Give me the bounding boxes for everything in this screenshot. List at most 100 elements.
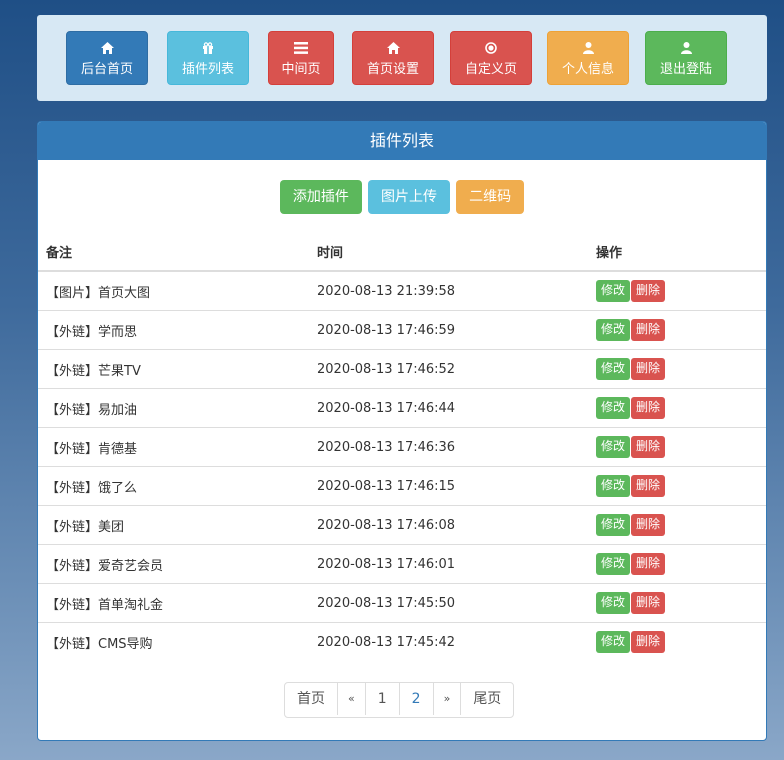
- table-row: 【外链】首单淘礼金 2020-08-13 17:45:50 修改 删除: [38, 583, 766, 623]
- table-row: 【图片】首页大图 2020-08-13 21:39:58 修改 删除: [38, 271, 766, 311]
- row-note: 【外链】肯德基: [38, 427, 309, 467]
- column-header-note: 备注: [38, 232, 309, 272]
- edit-button[interactable]: 修改: [596, 397, 631, 419]
- nav-label: 个人信息: [561, 62, 614, 77]
- row-actions: 修改 删除: [588, 505, 766, 545]
- row-note: 【外链】爱奇艺会员: [38, 544, 309, 584]
- action-toolbar: 添加插件 图片上传 二维码: [38, 180, 766, 214]
- edit-button[interactable]: 修改: [596, 436, 631, 458]
- pagination: 首页 « 1 2 » 尾页: [284, 682, 515, 718]
- nav-custom-page-button[interactable]: 自定义页: [450, 31, 532, 85]
- panel-title: 插件列表: [38, 122, 766, 160]
- nav-dashboard-button[interactable]: 后台首页: [66, 31, 148, 85]
- edit-button[interactable]: 修改: [596, 358, 631, 380]
- edit-button[interactable]: 修改: [596, 592, 631, 614]
- table-row: 【外链】芒果TV 2020-08-13 17:46:52 修改 删除: [38, 349, 766, 389]
- page-number-link[interactable]: 2: [398, 683, 433, 715]
- row-time: 2020-08-13 17:46:44: [309, 388, 588, 428]
- gift-icon: [203, 42, 213, 54]
- delete-button[interactable]: 删除: [631, 592, 666, 614]
- row-note: 【外链】学而思: [38, 310, 309, 350]
- column-header-time: 时间: [309, 232, 588, 272]
- delete-button[interactable]: 删除: [631, 397, 666, 419]
- delete-button[interactable]: 删除: [631, 280, 666, 302]
- row-actions: 修改 删除: [588, 544, 766, 584]
- row-note: 【外链】首单淘礼金: [38, 583, 309, 623]
- row-note: 【外链】饿了么: [38, 466, 309, 506]
- nav-home-settings-button[interactable]: 首页设置: [352, 31, 434, 85]
- row-actions: 修改 删除: [588, 388, 766, 428]
- edit-button[interactable]: 修改: [596, 475, 631, 497]
- delete-button[interactable]: 删除: [631, 319, 666, 341]
- delete-button[interactable]: 删除: [631, 514, 666, 536]
- row-note: 【图片】首页大图: [46, 285, 151, 301]
- qrcode-button[interactable]: 二维码: [456, 180, 525, 214]
- home-icon: [100, 42, 114, 54]
- edit-button[interactable]: 修改: [596, 319, 631, 341]
- row-time: 2020-08-13 17:45:42: [309, 622, 588, 661]
- nav-label: 退出登陆: [659, 62, 712, 77]
- edit-button[interactable]: 修改: [596, 280, 631, 302]
- nav-middle-page-button[interactable]: 中间页: [268, 31, 334, 85]
- row-actions: 修改 删除: [588, 349, 766, 389]
- delete-button[interactable]: 删除: [631, 631, 666, 653]
- top-navigation: 后台首页 插件列表 中间页 首页设置 自定义页 个人信息 退出登陆: [37, 15, 767, 101]
- row-time: 2020-08-13 21:39:58: [317, 283, 456, 299]
- record-icon: [485, 42, 497, 54]
- nav-plugin-list-button[interactable]: 插件列表: [167, 31, 249, 85]
- column-header-ops: 操作: [588, 232, 766, 272]
- row-time: 2020-08-13 17:46:52: [309, 349, 588, 389]
- row-actions: 修改 删除: [588, 271, 766, 311]
- add-plugin-button[interactable]: 添加插件: [279, 180, 362, 214]
- row-actions: 修改 删除: [588, 310, 766, 350]
- page-last-link[interactable]: 尾页: [460, 683, 513, 715]
- row-note: 【外链】芒果TV: [38, 349, 309, 389]
- delete-button[interactable]: 删除: [631, 436, 666, 458]
- row-actions: 修改 删除: [588, 622, 766, 661]
- delete-button[interactable]: 删除: [631, 475, 666, 497]
- row-actions: 修改 删除: [588, 427, 766, 467]
- home-icon: [386, 42, 400, 54]
- delete-button[interactable]: 删除: [631, 553, 666, 575]
- row-time: 2020-08-13 17:45:50: [309, 583, 588, 623]
- row-note: 【外链】美团: [38, 505, 309, 545]
- nav-logout-button[interactable]: 退出登陆: [645, 31, 727, 85]
- row-note: 【外链】CMS导购: [38, 622, 309, 661]
- page-first-link[interactable]: 首页: [285, 683, 337, 715]
- nav-label: 自定义页: [464, 62, 517, 77]
- row-time: 2020-08-13 17:46:08: [309, 505, 588, 545]
- row-note: 【外链】易加油: [38, 388, 309, 428]
- table-row: 【外链】学而思 2020-08-13 17:46:59 修改 删除: [38, 310, 766, 350]
- table-row: 【外链】肯德基 2020-08-13 17:46:36 修改 删除: [38, 427, 766, 467]
- table-row: 【外链】易加油 2020-08-13 17:46:44 修改 删除: [38, 388, 766, 428]
- row-time: 2020-08-13 17:46:15: [309, 466, 588, 506]
- page-prev-link[interactable]: «: [337, 683, 365, 715]
- row-time: 2020-08-13 17:46:01: [309, 544, 588, 584]
- row-actions: 修改 删除: [588, 583, 766, 623]
- user-icon: [680, 42, 692, 54]
- user-icon: [582, 42, 594, 54]
- row-time: 2020-08-13 17:46:36: [309, 427, 588, 467]
- edit-button[interactable]: 修改: [596, 631, 631, 653]
- page-number-link[interactable]: 1: [364, 683, 399, 715]
- edit-button[interactable]: 修改: [596, 553, 631, 575]
- image-upload-button[interactable]: 图片上传: [368, 180, 450, 214]
- plugin-table: 备注 时间 操作 【图片】首页大图 2020-08-13 21:39:58 修改 删除…: [38, 232, 766, 661]
- nav-label: 首页设置: [366, 62, 419, 77]
- table-row: 【外链】饿了么 2020-08-13 17:46:15 修改 删除: [38, 466, 766, 506]
- list-icon: [294, 42, 308, 54]
- nav-label: 中间页: [281, 62, 321, 77]
- nav-label: 插件列表: [181, 62, 234, 77]
- edit-button[interactable]: 修改: [596, 514, 631, 536]
- table-row: 【外链】爱奇艺会员 2020-08-13 17:46:01 修改 删除: [38, 544, 766, 584]
- plugin-list-panel: 插件列表 添加插件 图片上传 二维码 备注 时间 操作 【图片】首页大图 2020…: [37, 121, 767, 741]
- nav-profile-button[interactable]: 个人信息: [547, 31, 629, 85]
- nav-label: 后台首页: [80, 62, 133, 77]
- delete-button[interactable]: 删除: [631, 358, 666, 380]
- row-actions: 修改 删除: [588, 466, 766, 506]
- table-row: 【外链】美团 2020-08-13 17:46:08 修改 删除: [38, 505, 766, 545]
- page-next-link[interactable]: »: [432, 683, 461, 715]
- table-header-row: 备注 时间 操作: [38, 232, 766, 272]
- row-time: 2020-08-13 17:46:59: [309, 310, 588, 350]
- table-row: 【外链】CMS导购 2020-08-13 17:45:42 修改 删除: [38, 622, 766, 661]
